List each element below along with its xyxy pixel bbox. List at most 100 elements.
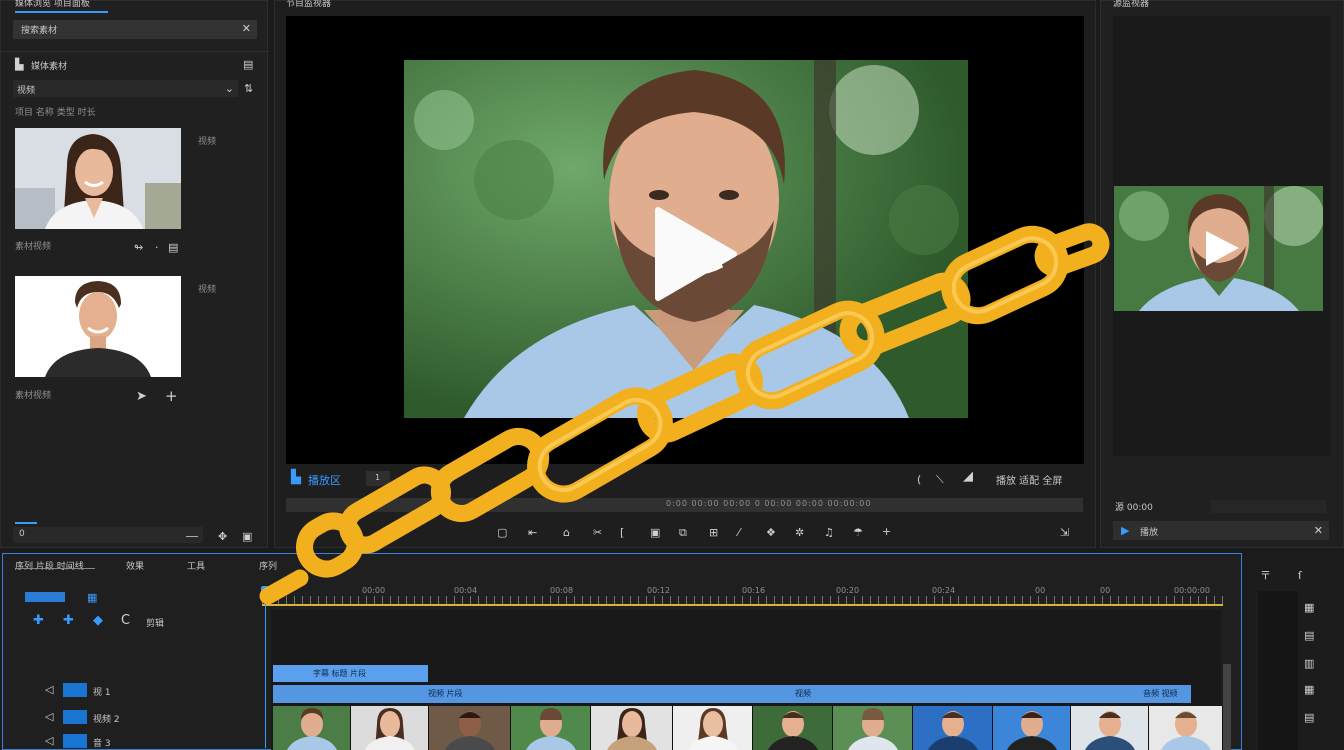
panel-tab-label[interactable]: 媒体浏览 项目面板 (15, 0, 90, 9)
timeline-header-2[interactable]: 效果 (126, 559, 144, 572)
clip-thumb[interactable] (753, 706, 833, 750)
track-target[interactable] (63, 683, 87, 697)
clear-search-icon[interactable]: ✕ (242, 22, 251, 36)
zoom-field[interactable]: 0 (13, 527, 203, 543)
play-icon[interactable]: ▶ (1121, 524, 1129, 538)
timeline-tab-indicator (15, 568, 95, 569)
tool-icon[interactable]: ▤ (1304, 629, 1314, 643)
track-toggle-blue[interactable] (25, 592, 65, 602)
pen-icon[interactable]: ◢ (963, 470, 973, 484)
export-icon[interactable]: ⇲ (1060, 526, 1069, 540)
clip-thumb[interactable] (833, 706, 913, 750)
clip-thumb[interactable] (1071, 706, 1149, 750)
track-target[interactable] (63, 710, 87, 724)
lift-icon[interactable]: ☂ (853, 526, 863, 540)
link-clip-icon[interactable]: ⧉ (679, 526, 687, 540)
tool-icon[interactable]: ▦ (1304, 601, 1314, 615)
clip-thumb[interactable] (273, 706, 351, 750)
bracket-icon[interactable]: ( (917, 473, 921, 487)
save-icon[interactable]: ▤ (168, 241, 178, 255)
source-dropdown[interactable] (1211, 500, 1326, 513)
audio-icon[interactable]: ♫ (824, 526, 834, 540)
tool-icon[interactable]: ▤ (1304, 711, 1314, 725)
settings-icon[interactable]: ✥ (218, 530, 227, 544)
track-lock-icon[interactable]: ▦ (87, 591, 97, 605)
zoom-slider[interactable] (186, 536, 198, 537)
effect-icon[interactable]: ✲ (795, 526, 804, 540)
razor-tool-icon[interactable]: ſ (1298, 569, 1302, 583)
export-frame-icon[interactable]: ⊞ (709, 526, 718, 540)
media-item-2-type: 视频 (198, 285, 217, 295)
timeline-header-3[interactable]: 工具 (187, 559, 205, 572)
grid-view-icon[interactable]: ▤ (243, 58, 253, 72)
ruler-label: 00:12 (647, 586, 671, 595)
scroll-bar-vertical[interactable] (1223, 664, 1231, 750)
step-back-icon[interactable]: ⇤ (528, 526, 537, 540)
frame-icon[interactable]: ▣ (650, 526, 660, 540)
media-browser-panel: 媒体浏览 项目面板 搜索素材 ✕ ▙ 媒体素材 ▤ 视频 ⌄ ⇅ 项目 名称 类… (0, 0, 269, 548)
slash-icon[interactable]: ⁄ (738, 526, 740, 540)
video-track-thumbnails[interactable] (273, 706, 1223, 750)
timeline-header-1[interactable]: 序列 片段 时间线 (15, 559, 84, 572)
timeline-ruler[interactable]: 00:00 00:04 00:08 00:12 00:16 00:20 00:2… (262, 584, 1223, 606)
snap-icon[interactable]: ✚ (33, 614, 44, 628)
go-to-in-icon[interactable]: ⌂ (563, 526, 570, 540)
source-play-bar[interactable]: ▶ 播放 ✕ (1113, 521, 1329, 540)
mark-in-icon[interactable]: ▢ (497, 526, 507, 540)
media-thumbnail-man[interactable] (15, 276, 181, 377)
clip-thumb[interactable] (1149, 706, 1223, 750)
sort-icon[interactable]: ⇅ (244, 82, 253, 96)
new-bin-icon[interactable]: ▣ (242, 530, 252, 544)
clip-thumb[interactable] (591, 706, 673, 750)
tool-icon[interactable]: ▦ (1304, 683, 1314, 697)
tool-icon[interactable]: ▥ (1304, 657, 1314, 671)
clip-thumb[interactable] (913, 706, 993, 750)
clip-thumb[interactable] (673, 706, 753, 750)
search-input[interactable]: 搜索素材 (21, 23, 57, 36)
video-canvas[interactable] (286, 16, 1084, 464)
ruler-label: 00:16 (742, 586, 766, 595)
clip-thumb[interactable] (993, 706, 1071, 750)
title-clip[interactable]: 字幕 标题 片段 (273, 665, 428, 682)
link-icon[interactable]: ↬ (134, 241, 143, 255)
viewer-code-box[interactable]: 1 (366, 471, 390, 486)
line-icon[interactable]: ⟍ (936, 473, 944, 487)
source-monitor-title: 源监视器 (1113, 0, 1150, 9)
type-tool-icon[interactable]: 〒 (1260, 569, 1271, 583)
add-marker-icon[interactable]: ◆ (93, 614, 103, 628)
ruler-label: 00 (1100, 586, 1111, 595)
ruler-label: 00 (1035, 586, 1046, 595)
track-target[interactable] (63, 734, 87, 748)
filter-dropdown[interactable]: 视频 ⌄ (13, 80, 238, 97)
play-overlay-icon[interactable] (646, 206, 741, 301)
close-icon[interactable]: ✕ (1314, 524, 1323, 538)
source-frame-image (1114, 186, 1323, 311)
wrench-icon[interactable]: C (121, 614, 130, 628)
linked-selection-icon[interactable]: ✚ (63, 614, 74, 628)
video-clip-bar[interactable]: 视频 片段 视频 音频 视频 (273, 685, 1191, 703)
clip-thumb[interactable] (351, 706, 429, 750)
track-header-row: ◁ 音 3 (3, 731, 263, 750)
speaker-icon[interactable]: ◁ (45, 683, 53, 697)
eye-icon[interactable]: ◁ (45, 710, 53, 724)
cut-icon[interactable]: ✂ (593, 526, 602, 540)
playhead[interactable] (261, 586, 271, 598)
add-marker-icon[interactable]: + (882, 525, 891, 539)
filter-value: 视频 (17, 86, 36, 96)
lock-icon[interactable]: ◁ (45, 734, 53, 748)
timeline-header-4[interactable]: 序列 (259, 559, 277, 572)
comment-icon[interactable]: ❖ (766, 526, 776, 540)
media-section-label: 媒体素材 (31, 62, 68, 72)
scrub-bar[interactable]: 0:00 00:00 00:00 0 00:00 00:00 00:00:00 (286, 498, 1083, 512)
track-label: 视 1 (93, 688, 111, 698)
bracket-left-icon[interactable]: [ (620, 526, 624, 540)
clip-thumb[interactable] (511, 706, 591, 750)
insert-icon[interactable]: ➤ (136, 390, 147, 404)
folder-icon: ▙ (15, 58, 24, 71)
clip-thumb[interactable] (429, 706, 511, 750)
add-icon[interactable]: + (165, 389, 178, 404)
track-label: 视频 2 (93, 715, 120, 725)
media-thumbnail-woman[interactable] (15, 128, 181, 229)
search-field[interactable]: 搜索素材 ✕ (13, 20, 257, 39)
source-thumbnail[interactable] (1114, 186, 1323, 311)
